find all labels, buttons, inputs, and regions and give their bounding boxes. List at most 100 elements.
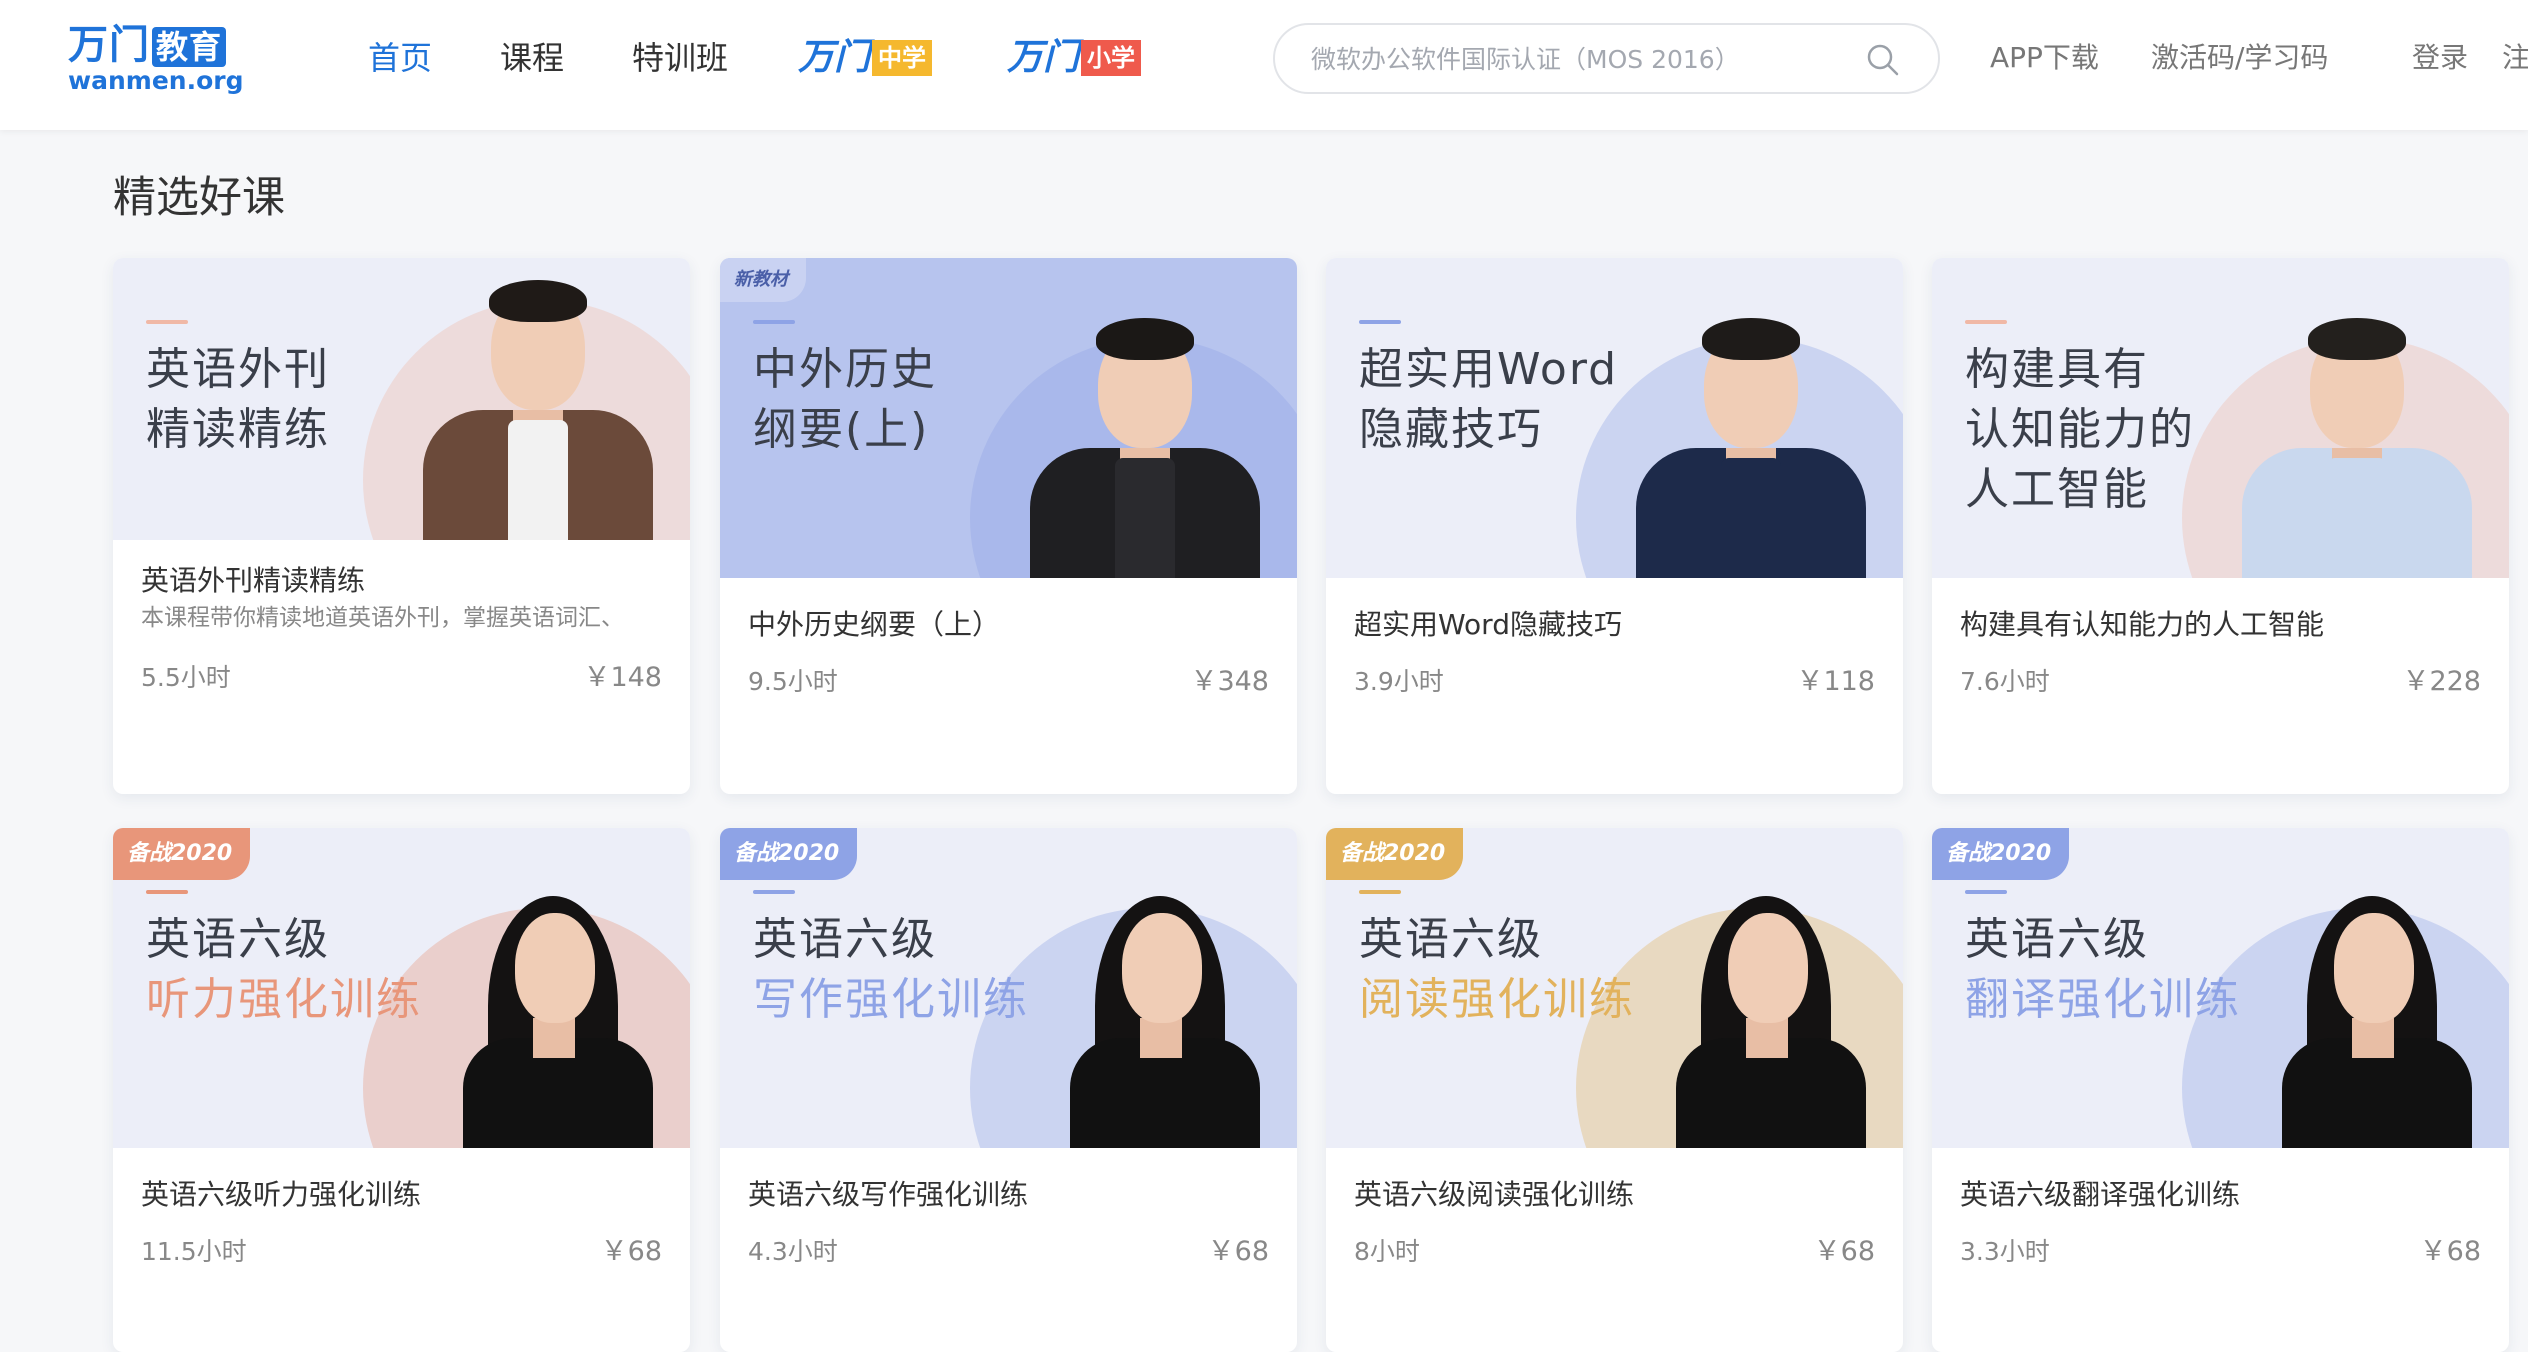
course-card[interactable]: 英语六级 翻译强化训练 备战2020 英语六级翻译强化训练 3.3小时 ￥68 [1932, 828, 2509, 1352]
instructor-photo-female [1646, 868, 1896, 1148]
instructor-photo-female [1040, 868, 1290, 1148]
activation-code-link[interactable]: 激活码/学习码 [2151, 38, 2328, 78]
logo-text-cn: 万门 教育 [68, 22, 227, 68]
register-link[interactable]: 注 [2502, 38, 2528, 78]
search-box[interactable] [1273, 23, 1940, 94]
course-info: 英语六级阅读强化训练 8小时 ￥68 [1326, 1148, 1903, 1352]
course-price: ￥348 [1190, 666, 1269, 697]
course-duration: 9.5小时 [748, 667, 838, 696]
thumbnail-title-line: 隐藏技巧 [1359, 404, 1543, 455]
course-card[interactable]: 构建具有 认知能力的 人工智能 构建具有认知能力的人工智能 7.6小时 ￥228 [1932, 258, 2509, 794]
thumbnail-title-line: 精读精练 [146, 404, 330, 455]
course-duration: 5.5小时 [141, 663, 231, 692]
nav-home[interactable]: 首页 [368, 36, 432, 80]
nav-training[interactable]: 特训班 [632, 36, 728, 80]
course-duration: 8小时 [1354, 1237, 1420, 1266]
thumbnail-title-line: 阅读强化训练 [1359, 974, 1635, 1025]
logo-text-en: wanmen.org [68, 66, 244, 95]
title-accent-dash [146, 320, 188, 324]
course-badge: 备战2020 [1932, 828, 2070, 880]
course-name[interactable]: 英语六级听力强化训练 [141, 1176, 421, 1214]
course-duration: 11.5小时 [141, 1237, 247, 1266]
course-name[interactable]: 超实用Word隐藏技巧 [1354, 606, 1622, 644]
title-accent-dash [1359, 320, 1401, 324]
title-accent-dash [1965, 320, 2007, 324]
course-info: 英语六级听力强化训练 11.5小时 ￥68 [113, 1148, 690, 1352]
course-info: 英语六级翻译强化训练 3.3小时 ￥68 [1932, 1148, 2509, 1352]
course-card[interactable]: 英语六级 写作强化训练 备战2020 英语六级写作强化训练 4.3小时 ￥68 [720, 828, 1297, 1352]
course-badge: 新教材 [720, 258, 806, 302]
course-name[interactable]: 英语六级阅读强化训练 [1354, 1176, 1634, 1214]
course-badge: 备战2020 [1326, 828, 1464, 880]
course-badge: 备战2020 [113, 828, 251, 880]
course-thumbnail[interactable]: 超实用Word 隐藏技巧 [1326, 258, 1903, 578]
course-duration: 3.9小时 [1354, 667, 1444, 696]
instructor-photo [413, 260, 663, 540]
thumbnail-title-line: 英语外刊 [146, 344, 330, 395]
course-thumbnail[interactable]: 英语外刊 精读精练 [113, 258, 690, 540]
app-download-link[interactable]: APP下载 [1990, 38, 2099, 78]
thumbnail-title-line: 英语六级 [753, 914, 937, 965]
nav-courses[interactable]: 课程 [500, 36, 564, 80]
course-duration: 3.3小时 [1960, 1237, 2050, 1266]
course-price: ￥68 [1813, 1236, 1875, 1267]
nav-primary-school-logo[interactable]: 万门 小学 [1007, 36, 1142, 80]
nav-middle-school-logo[interactable]: 万门 中学 [798, 36, 933, 80]
thumbnail-title-line: 英语六级 [146, 914, 330, 965]
course-description: 本课程带你精读地道英语外刊，掌握英语词汇、 [141, 605, 624, 631]
course-thumbnail[interactable]: 英语六级 翻译强化训练 备战2020 [1932, 828, 2509, 1148]
thumbnail-title-line: 写作强化训练 [753, 974, 1029, 1025]
course-name[interactable]: 中外历史纲要（上） [748, 606, 1000, 644]
title-accent-dash [1359, 890, 1401, 894]
thumbnail-title-line: 中外历史 [753, 344, 937, 395]
thumbnail-title-line: 超实用Word [1359, 344, 1619, 395]
course-name[interactable]: 英语六级写作强化训练 [748, 1176, 1028, 1214]
search-input[interactable] [1311, 41, 1831, 77]
course-duration: 7.6小时 [1960, 667, 2050, 696]
course-info: 超实用Word隐藏技巧 3.9小时 ￥118 [1326, 578, 1903, 794]
title-accent-dash [1965, 890, 2007, 894]
course-thumbnail[interactable]: 中外历史纲要(上) 新教材 [720, 258, 1297, 578]
course-card[interactable]: 英语外刊 精读精练 英语外刊精读精练 本课程带你精读地道英语外刊，掌握英语词汇、 5.5… [113, 258, 690, 794]
thumbnail-title-line: 英语六级 [1359, 914, 1543, 965]
course-price: ￥68 [2419, 1236, 2481, 1267]
title-accent-dash [146, 890, 188, 894]
thumbnail-title-line: 听力强化训练 [146, 974, 422, 1025]
title-accent-dash [753, 890, 795, 894]
course-card[interactable]: 英语六级 听力强化训练 备战2020 英语六级听力强化训练 11.5小时 ￥68 [113, 828, 690, 1352]
top-header: 万门教育 wanmen.org 首页 课程 特训班 万门 中学 万门 小学 AP… [0, 0, 2528, 130]
course-thumbnail[interactable]: 英语六级听力强化训练 备战2020 [113, 828, 690, 1148]
course-duration: 4.3小时 [748, 1237, 838, 1266]
course-name[interactable]: 构建具有认知能力的人工智能 [1960, 606, 2324, 644]
course-price: ￥228 [2402, 666, 2481, 697]
instructor-photo-female [2252, 868, 2502, 1148]
thumbnail-title-line: 翻译强化训练 [1965, 974, 2241, 1025]
course-info: 中外历史纲要（上） 9.5小时 ￥348 [720, 578, 1297, 794]
course-price: ￥118 [1796, 666, 1875, 697]
thumbnail-title-line: 构建具有 [1965, 344, 2149, 395]
course-badge: 备战2020 [720, 828, 858, 880]
section-title: 精选好课 [113, 173, 285, 223]
course-info: 构建具有认知能力的人工智能 7.6小时 ￥228 [1932, 578, 2509, 794]
course-thumbnail[interactable]: 构建具有认知能力的人工智能 [1932, 258, 2509, 578]
course-card[interactable]: 英语六级 阅读强化训练 备战2020 英语六级阅读强化训练 8小时 ￥68 [1326, 828, 1903, 1352]
instructor-photo [2232, 298, 2482, 578]
course-card[interactable]: 中外历史纲要(上) 新教材中外历史纲要（上） 9.5小时 ￥348 [720, 258, 1297, 794]
course-card[interactable]: 超实用Word 隐藏技巧 超实用Word隐藏技巧 3.9小时 ￥118 [1326, 258, 1903, 794]
course-thumbnail[interactable]: 英语六级阅读强化训练 备战2020 [1326, 828, 1903, 1148]
course-price: ￥148 [583, 662, 662, 693]
course-thumbnail[interactable]: 英语六级写作强化训练 备战2020 [720, 828, 1297, 1148]
course-name[interactable]: 英语六级翻译强化训练 [1960, 1176, 2240, 1214]
wanmen-logo[interactable]: 万门 教育 wanmen.org [68, 22, 243, 96]
thumbnail-title-line: 纲要(上) [753, 404, 930, 455]
course-price: ￥68 [600, 1236, 662, 1267]
login-link[interactable]: 登录 [2412, 38, 2468, 78]
instructor-photo [1626, 298, 1876, 578]
thumbnail-title-line: 人工智能 [1965, 464, 2149, 515]
course-info: 英语六级写作强化训练 4.3小时 ￥68 [720, 1148, 1297, 1352]
thumbnail-title-line: 认知能力的 [1965, 404, 2195, 455]
instructor-photo [1020, 298, 1270, 578]
course-price: ￥68 [1207, 1236, 1269, 1267]
search-icon[interactable] [1866, 43, 1900, 77]
course-name[interactable]: 英语外刊精读精练 [141, 562, 365, 600]
